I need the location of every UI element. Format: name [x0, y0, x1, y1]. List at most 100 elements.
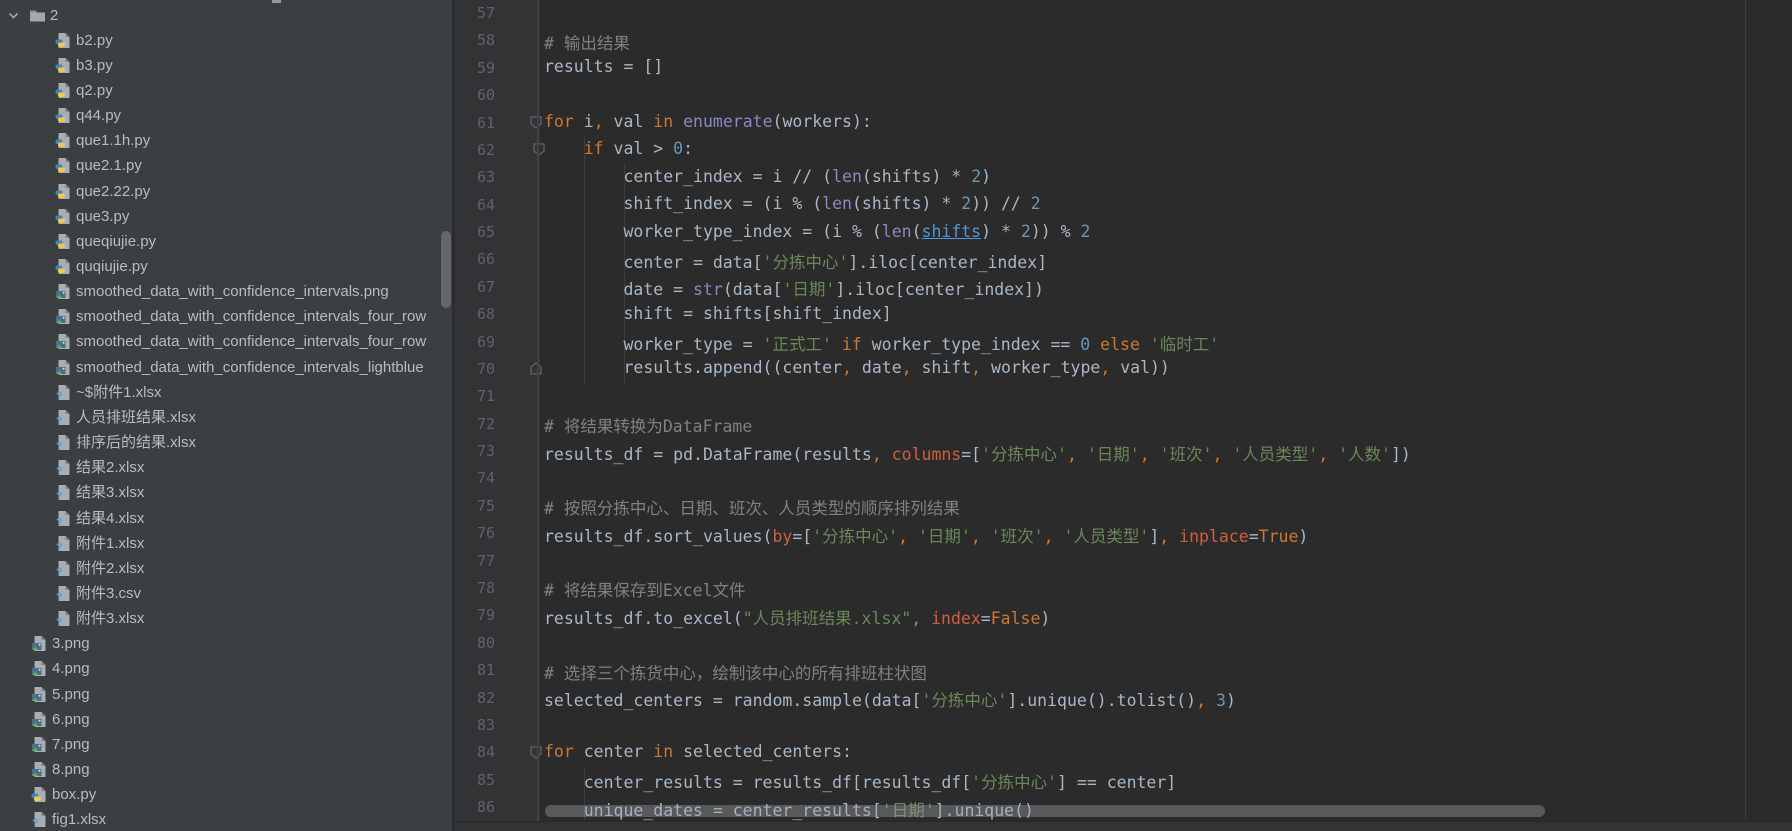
ide-window: 2 b2.py b3.py q2.py q44.py que1.1h.py que2.1.p…	[0, 0, 1792, 831]
code-line-82[interactable]: selected_centers = random.sample(data['分…	[544, 687, 1236, 711]
tree-item-label: 2	[50, 6, 59, 24]
tree-item-8.png[interactable]: 8.png	[0, 757, 452, 782]
cutoff-toolbar-icon[interactable]	[1772, 0, 1790, 6]
code-line-78[interactable]: # 将结果保存到Excel文件	[544, 577, 746, 601]
line-number: 65	[476, 223, 495, 242]
code-line-58[interactable]: # 输出结果	[544, 30, 630, 54]
line-number: 64	[476, 195, 495, 214]
tree-item-smoothed_data_with_confidence_intervals.png[interactable]: smoothed_data_with_confidence_intervals.…	[0, 279, 452, 304]
tree-item-3.png[interactable]: 3.png	[0, 631, 452, 656]
code-line-81[interactable]: # 选择三个拣货中心，绘制该中心的所有排班柱状图	[544, 660, 927, 684]
tree-item-smoothed_data_with_confidence_intervals_four_row[interactable]: smoothed_data_with_confidence_intervals_…	[0, 329, 452, 354]
code-line-64[interactable]: shift_index = (i % (len(shifts) * 2)) //…	[544, 194, 1040, 213]
folder-icon	[29, 7, 46, 24]
fold-marker-up[interactable]	[529, 362, 543, 376]
tree-item-smoothed_data_with_confidence_intervals_four_row[interactable]: smoothed_data_with_confidence_intervals_…	[0, 304, 452, 329]
code-line-72[interactable]: # 将结果转换为DataFrame	[544, 413, 752, 437]
tree-scrollbar-thumb[interactable]	[441, 231, 451, 308]
python-file-icon	[55, 57, 72, 74]
tree-item-label: 8.png	[52, 761, 90, 778]
tree-item-_1.xlsx[interactable]: ? 附件1.xlsx	[0, 531, 452, 556]
code-line-73[interactable]: results_df = pd.DataFrame(results, colum…	[544, 441, 1411, 465]
tree-item-_.xlsx[interactable]: ? 排序后的结果.xlsx	[0, 430, 452, 455]
tree-item-6.png[interactable]: 6.png	[0, 707, 452, 732]
chevron-down-icon[interactable]	[7, 9, 20, 22]
code-line-67[interactable]: date = str(data['日期'].iloc[center_index]…	[544, 276, 1043, 300]
tree-item-que2.1.py[interactable]: que2.1.py	[0, 153, 452, 178]
tree-item-b3.py[interactable]: b3.py	[0, 53, 452, 78]
image-file-icon	[31, 686, 48, 703]
cutoff-toolbar-icon[interactable]	[1753, 0, 1769, 6]
unknown-file-icon: ?	[55, 459, 72, 478]
tree-item-5.png[interactable]: 5.png	[0, 682, 452, 707]
tree-item-label: smoothed_data_with_confidence_intervals_…	[76, 308, 427, 326]
tree-item-que2.22.py[interactable]: que2.22.py	[0, 179, 452, 204]
code-line-63[interactable]: center_index = i // (len(shifts) * 2)	[544, 167, 991, 186]
code-line-61[interactable]: for i, val in enumerate(workers):	[544, 112, 872, 131]
image-file-icon	[31, 635, 48, 652]
line-number: 59	[476, 58, 495, 77]
tree-item-_.xlsx[interactable]: ? 人员排班结果.xlsx	[0, 405, 452, 430]
code-line-76[interactable]: results_df.sort_values(by=['分拣中心', '日期',…	[544, 523, 1308, 547]
code-line-66[interactable]: center = data['分拣中心'].iloc[center_index]	[544, 249, 1047, 273]
code-line-84[interactable]: for center in selected_centers:	[544, 742, 852, 761]
code-line-70[interactable]: results.append((center, date, shift, wor…	[544, 358, 1169, 377]
tree-item-7.png[interactable]: 7.png	[0, 732, 452, 757]
tree-item-4.png[interactable]: 4.png	[0, 656, 452, 681]
fold-marker-down[interactable]	[529, 746, 543, 760]
tree-item-_2.xlsx[interactable]: ? 结果2.xlsx	[0, 455, 452, 480]
tree-item-_3.xlsx[interactable]: ? 结果3.xlsx	[0, 480, 452, 505]
tree-item-_2.xlsx[interactable]: ? 附件2.xlsx	[0, 556, 452, 581]
horizontal-scrollbar-thumb[interactable]	[545, 805, 1545, 817]
tree-item-q44.py[interactable]: q44.py	[0, 103, 452, 128]
code-line-69[interactable]: worker_type = '正式工' if worker_type_index…	[544, 331, 1219, 355]
line-number: 69	[476, 332, 495, 351]
tree-item-que1.1h.py[interactable]: que1.1h.py	[0, 128, 452, 153]
code-line-65[interactable]: worker_type_index = (i % (len(shifts) * …	[544, 222, 1090, 241]
tree-item-label: queqiujie.py	[76, 232, 157, 250]
python-file-icon	[55, 258, 72, 275]
svg-text:?: ?	[32, 818, 39, 829]
tree-item-box.py[interactable]: box.py	[0, 782, 452, 807]
tree-item-label: b3.py	[76, 56, 113, 74]
tree-item-smoothed_data_with_confidence_intervals_lightblue[interactable]: smoothed_data_with_confidence_intervals_…	[0, 355, 452, 380]
tree-item-_3.csv[interactable]: ? 附件3.csv	[0, 581, 452, 606]
editor-gutter[interactable]: 57 58 59 60 61 62 63 64 65 66 67 68 69 70 71 72 73 74 75 76…	[455, 0, 545, 821]
line-number: 70	[476, 359, 495, 378]
code-line-79[interactable]: results_df.to_excel("人员排班结果.xlsx", index…	[544, 605, 1050, 629]
code-line-62[interactable]: if val > 0:	[544, 139, 693, 158]
tree-item-label: que2.1.py	[76, 157, 142, 175]
line-number: 82	[476, 688, 495, 707]
tree-item-que3.py[interactable]: que3.py	[0, 204, 452, 229]
image-file-icon	[55, 283, 72, 300]
tree-item-label: 结果4.xlsx	[76, 509, 145, 527]
tree-item-queqiujie.py[interactable]: queqiujie.py	[0, 229, 452, 254]
image-file-icon	[31, 660, 48, 677]
tree-item-_1.xlsx[interactable]: ? ~$附件1.xlsx	[0, 380, 452, 405]
tree-item-label: que3.py	[76, 207, 130, 225]
fold-marker-down[interactable]	[529, 116, 543, 130]
tree-item-q2.py[interactable]: q2.py	[0, 78, 452, 103]
code-line-75[interactable]: # 按照分拣中心、日期、班次、人员类型的顺序排列结果	[544, 495, 960, 519]
tree-item-label: 3.png	[52, 635, 90, 653]
line-number: 84	[476, 743, 495, 762]
tree-item-_4.xlsx[interactable]: ? 结果4.xlsx	[0, 506, 452, 531]
line-number: 60	[476, 86, 495, 105]
tree-item-fig1.xlsx[interactable]: ? fig1.xlsx	[0, 807, 452, 831]
unknown-file-icon: ?	[55, 535, 72, 553]
tree-item-label: 7.png	[52, 735, 90, 753]
tree-item-label: que1.1h.py	[76, 132, 151, 150]
line-number: 66	[476, 250, 495, 269]
line-number: 76	[476, 524, 495, 543]
code-line-68[interactable]: shift = shifts[shift_index]	[544, 304, 891, 323]
tree-item-b2.py[interactable]: b2.py	[0, 28, 452, 53]
unknown-file-icon: ?	[31, 811, 48, 830]
tree-item-_3.xlsx[interactable]: ? 附件3.xlsx	[0, 606, 452, 631]
code-line-59[interactable]: results = []	[544, 57, 663, 76]
tree-item-label: 人员排班结果.xlsx	[76, 408, 197, 426]
unknown-file-icon: ?	[55, 585, 72, 603]
unknown-file-icon: ?	[55, 610, 72, 629]
tree-item-quqiujie.py[interactable]: quqiujie.py	[0, 254, 452, 279]
tree-item-2[interactable]: 2	[0, 3, 452, 28]
code-line-85[interactable]: center_results = results_df[results_df['…	[544, 769, 1177, 793]
